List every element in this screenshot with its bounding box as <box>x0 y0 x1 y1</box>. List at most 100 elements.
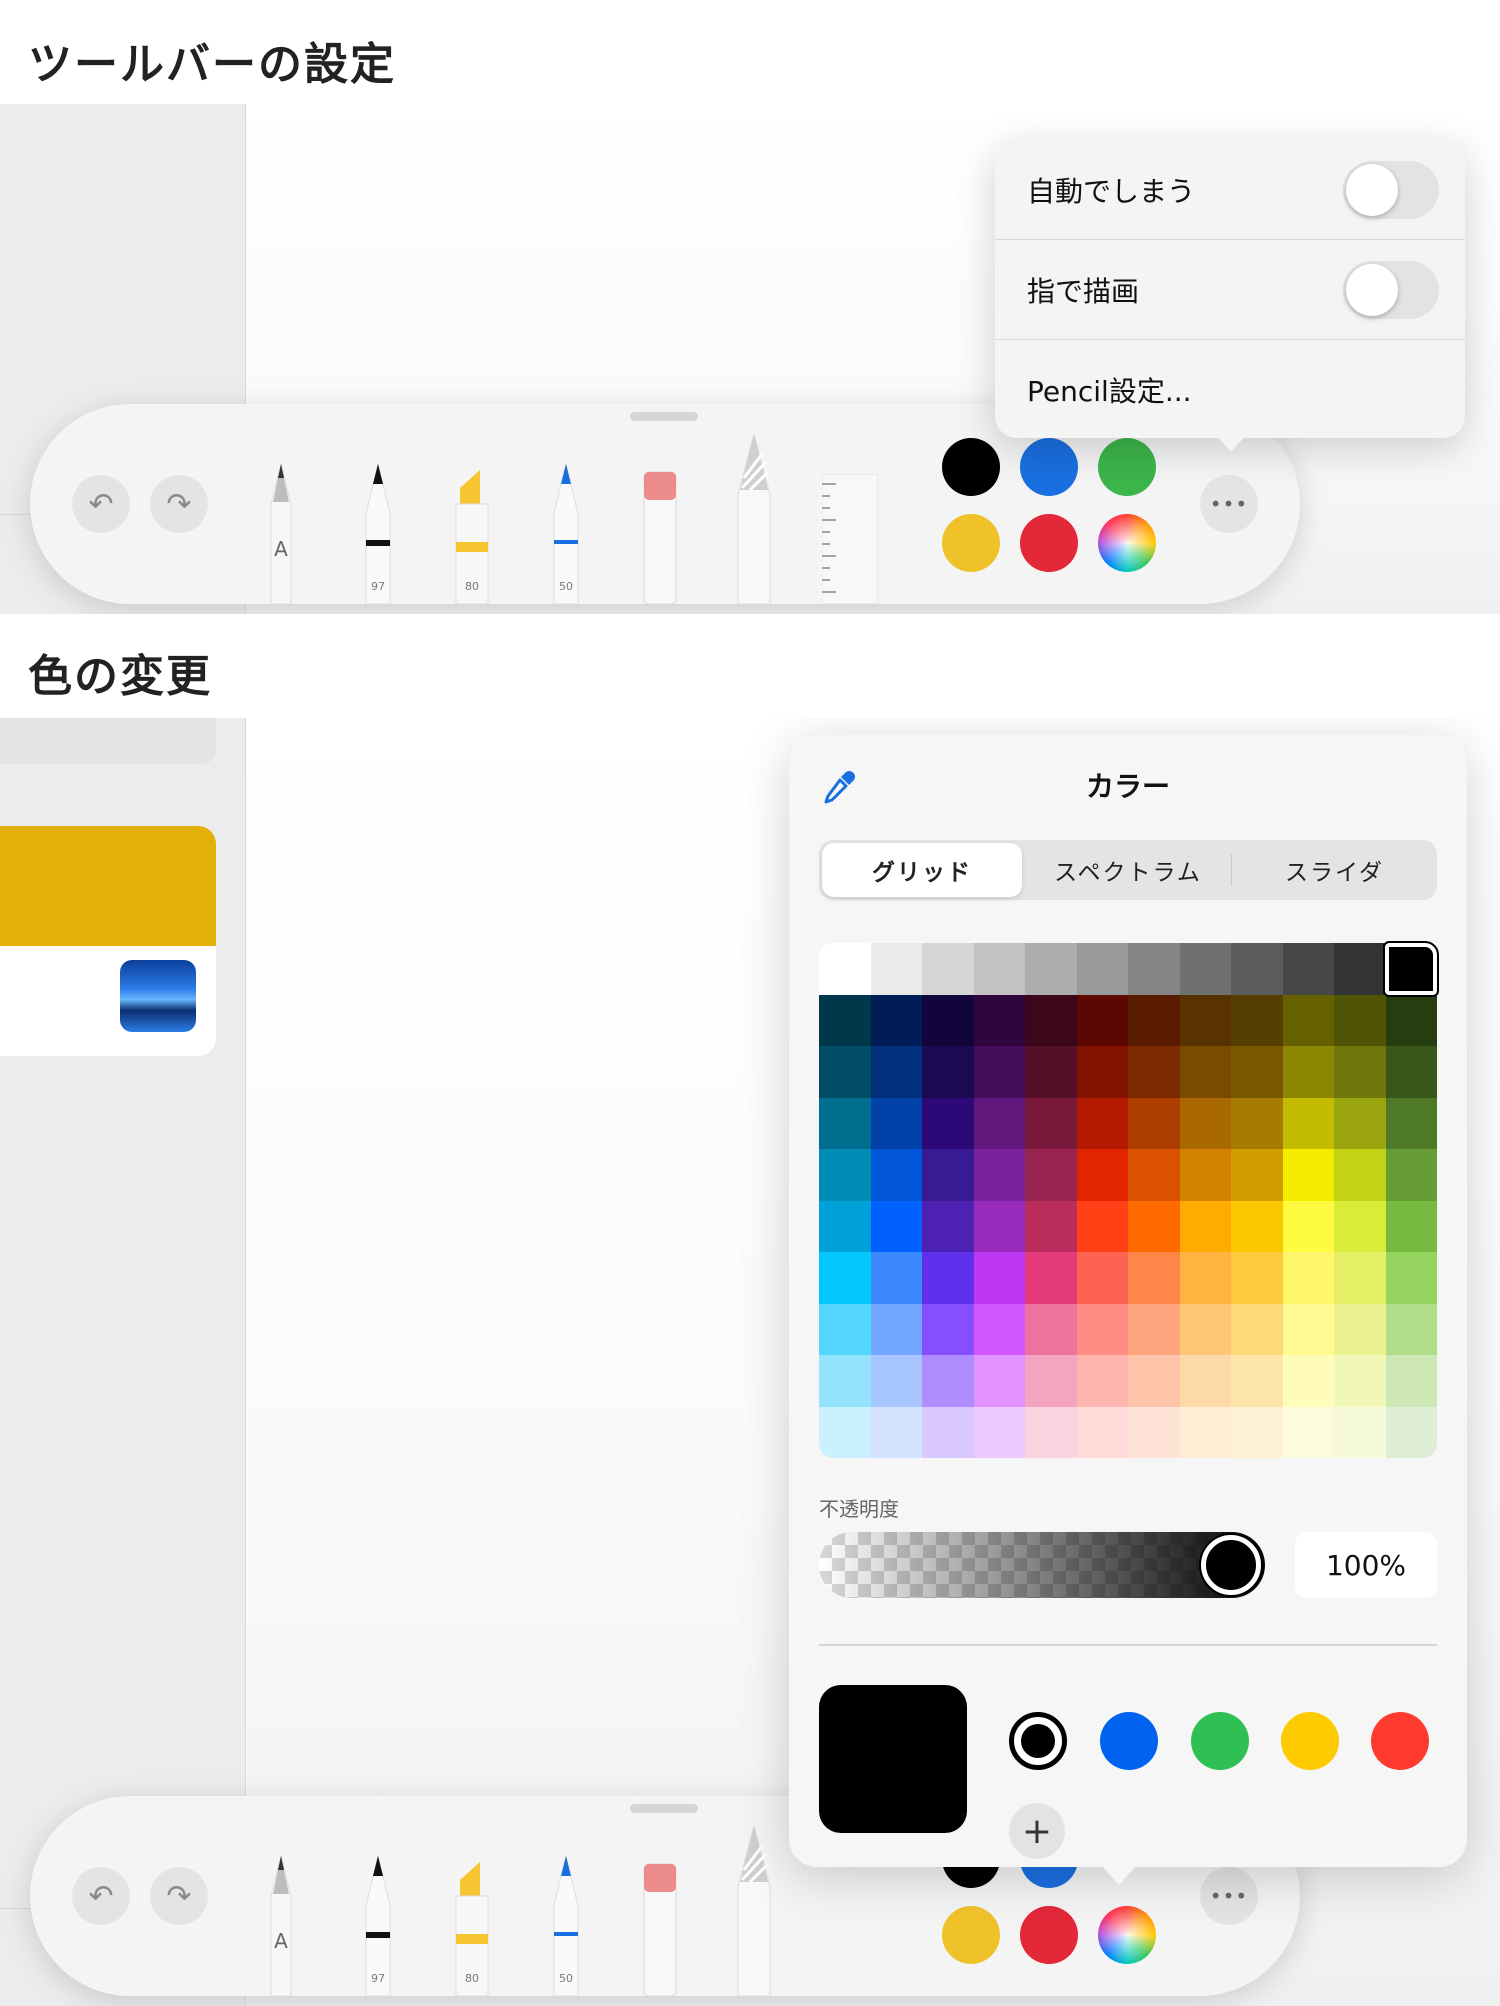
color-wheel-button[interactable] <box>1098 1906 1156 1964</box>
menu-item-draw-with-finger[interactable]: 指で描画 <box>995 240 1465 340</box>
lasso-tool[interactable] <box>734 1826 774 1996</box>
grid-color-cell[interactable] <box>1025 1355 1077 1407</box>
grid-color-cell[interactable] <box>1076 943 1128 995</box>
grid-color-cell[interactable] <box>1128 1097 1180 1149</box>
more-options-button[interactable]: ••• <box>1200 475 1258 533</box>
menu-item-auto-minimize[interactable]: 自動でしまう <box>995 140 1465 240</box>
grid-color-cell[interactable] <box>1025 1303 1077 1355</box>
saved-swatch-black[interactable] <box>1009 1712 1067 1770</box>
opacity-slider-thumb[interactable] <box>1201 1535 1261 1595</box>
grid-color-cell[interactable] <box>922 1200 974 1252</box>
grid-color-cell[interactable] <box>1334 1149 1386 1201</box>
grid-color-cell[interactable] <box>1128 943 1180 995</box>
grid-color-cell[interactable] <box>922 994 974 1046</box>
grid-color-cell[interactable] <box>1076 1355 1128 1407</box>
grid-color-cell[interactable] <box>922 1097 974 1149</box>
grid-color-cell[interactable] <box>1076 1406 1128 1458</box>
grid-color-cell[interactable] <box>1231 943 1283 995</box>
eraser-tool[interactable] <box>640 464 680 604</box>
color-wheel-button[interactable] <box>1098 514 1156 572</box>
color-red-swatch[interactable] <box>1020 514 1078 572</box>
grid-color-cell[interactable] <box>1282 994 1334 1046</box>
grid-color-cell[interactable] <box>1334 994 1386 1046</box>
color-red-swatch[interactable] <box>1020 1906 1078 1964</box>
grid-color-cell[interactable] <box>922 943 974 995</box>
grid-color-cell[interactable] <box>1128 1303 1180 1355</box>
grid-color-cell[interactable] <box>1179 1252 1231 1304</box>
grid-color-cell[interactable] <box>1076 1303 1128 1355</box>
grid-color-cell[interactable] <box>819 994 871 1046</box>
grid-color-cell[interactable] <box>1179 1046 1231 1098</box>
menu-item-pencil-settings[interactable]: Pencil設定... <box>995 340 1465 440</box>
tab-grid[interactable]: グリッド <box>822 843 1022 897</box>
grid-color-cell[interactable] <box>1231 1046 1283 1098</box>
marker-tool[interactable]: 80 <box>450 1856 494 1996</box>
grid-color-cell[interactable] <box>1179 1406 1231 1458</box>
grid-color-cell[interactable] <box>819 1097 871 1149</box>
more-options-button[interactable]: ••• <box>1200 1867 1258 1925</box>
grid-color-cell[interactable] <box>1282 1303 1334 1355</box>
grid-color-cell[interactable] <box>1179 1149 1231 1201</box>
grid-color-cell[interactable] <box>1282 1406 1334 1458</box>
color-yellow-swatch[interactable] <box>942 514 1000 572</box>
grid-color-cell[interactable] <box>1282 1252 1334 1304</box>
grid-color-cell[interactable] <box>973 1252 1025 1304</box>
grid-color-cell[interactable] <box>922 1406 974 1458</box>
grid-color-cell[interactable] <box>1025 943 1077 995</box>
grid-color-cell[interactable] <box>1282 1149 1334 1201</box>
redo-button[interactable]: ↷ <box>150 475 208 533</box>
grid-color-cell[interactable] <box>1179 1097 1231 1149</box>
grid-color-cell[interactable] <box>1076 1200 1128 1252</box>
grid-color-cell[interactable] <box>1231 1200 1283 1252</box>
grid-color-cell[interactable] <box>1025 1252 1077 1304</box>
grid-color-cell[interactable] <box>1231 1097 1283 1149</box>
grid-color-cell[interactable] <box>973 1149 1025 1201</box>
grid-color-cell[interactable] <box>1025 994 1077 1046</box>
color-blue-swatch[interactable] <box>1020 438 1078 496</box>
lasso-tool[interactable] <box>734 434 774 604</box>
grid-color-cell[interactable] <box>1385 994 1437 1046</box>
grid-color-cell[interactable] <box>1128 1355 1180 1407</box>
grid-color-cell[interactable] <box>1076 994 1128 1046</box>
grid-color-cell[interactable] <box>870 1252 922 1304</box>
grid-color-cell[interactable] <box>1385 1252 1437 1304</box>
grid-color-cell[interactable] <box>1282 1355 1334 1407</box>
grid-color-cell[interactable] <box>973 994 1025 1046</box>
marker-tool[interactable]: 80 <box>450 464 494 604</box>
grid-color-cell[interactable] <box>1231 1252 1283 1304</box>
grid-color-cell[interactable] <box>1128 1252 1180 1304</box>
color-green-swatch[interactable] <box>1098 438 1156 496</box>
grid-color-cell[interactable] <box>1025 1406 1077 1458</box>
grid-color-cell[interactable] <box>1076 1046 1128 1098</box>
grid-color-cell[interactable] <box>870 1046 922 1098</box>
grid-color-cell[interactable] <box>922 1046 974 1098</box>
grid-color-cell[interactable] <box>1385 1097 1437 1149</box>
grid-color-cell[interactable] <box>1128 1149 1180 1201</box>
grid-color-cell[interactable] <box>819 943 871 995</box>
grid-color-cell[interactable] <box>1231 1355 1283 1407</box>
grid-color-cell[interactable] <box>819 1149 871 1201</box>
grid-color-cell[interactable] <box>1334 1406 1386 1458</box>
grid-color-cell[interactable] <box>1282 1097 1334 1149</box>
grid-color-cell[interactable] <box>870 1200 922 1252</box>
grid-color-cell[interactable] <box>1076 1149 1128 1201</box>
color-black-swatch[interactable] <box>942 438 1000 496</box>
grid-color-cell[interactable] <box>1128 1406 1180 1458</box>
grid-color-cell[interactable] <box>1334 1303 1386 1355</box>
grid-color-cell[interactable] <box>1179 994 1231 1046</box>
grid-color-cell[interactable] <box>1282 943 1334 995</box>
grid-color-cell[interactable] <box>1128 1046 1180 1098</box>
grid-color-cell[interactable] <box>870 1406 922 1458</box>
pencil-tool[interactable]: 50 <box>546 1856 586 1996</box>
undo-button[interactable]: ↶ <box>72 475 130 533</box>
grid-color-cell[interactable] <box>819 1046 871 1098</box>
toolbar-grabber[interactable] <box>630 1804 698 1813</box>
grid-color-cell[interactable] <box>1385 1303 1437 1355</box>
draw-with-finger-toggle[interactable] <box>1343 261 1439 319</box>
add-swatch-button[interactable]: + <box>1009 1803 1065 1859</box>
grid-color-cell[interactable] <box>973 1046 1025 1098</box>
saved-swatch-yellow[interactable] <box>1281 1712 1339 1770</box>
grid-color-cell[interactable] <box>922 1252 974 1304</box>
grid-color-cell[interactable] <box>1076 1252 1128 1304</box>
grid-color-cell[interactable] <box>1334 1355 1386 1407</box>
